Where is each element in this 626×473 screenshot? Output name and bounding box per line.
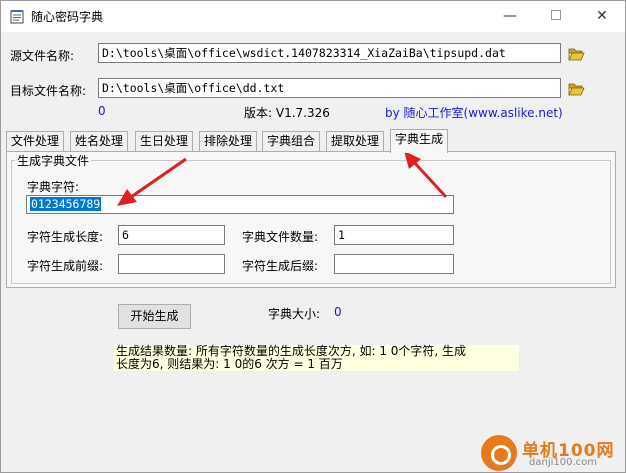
annotation-arrows: [117, 151, 448, 206]
watermark-url: danji100.com: [529, 457, 597, 468]
tab-dict-generate[interactable]: 字典生成: [390, 129, 449, 153]
arrow-to-generate-tab: [404, 151, 448, 199]
arrow-to-chars-input: [117, 157, 187, 206]
watermark-logo-icon: [481, 435, 517, 471]
site-watermark: 单机100网 danji100.com: [479, 433, 625, 472]
app-window: 随心密码字典 — ✕ 源文件名称: D:\tools\桌面\office\wsd…: [0, 0, 626, 473]
